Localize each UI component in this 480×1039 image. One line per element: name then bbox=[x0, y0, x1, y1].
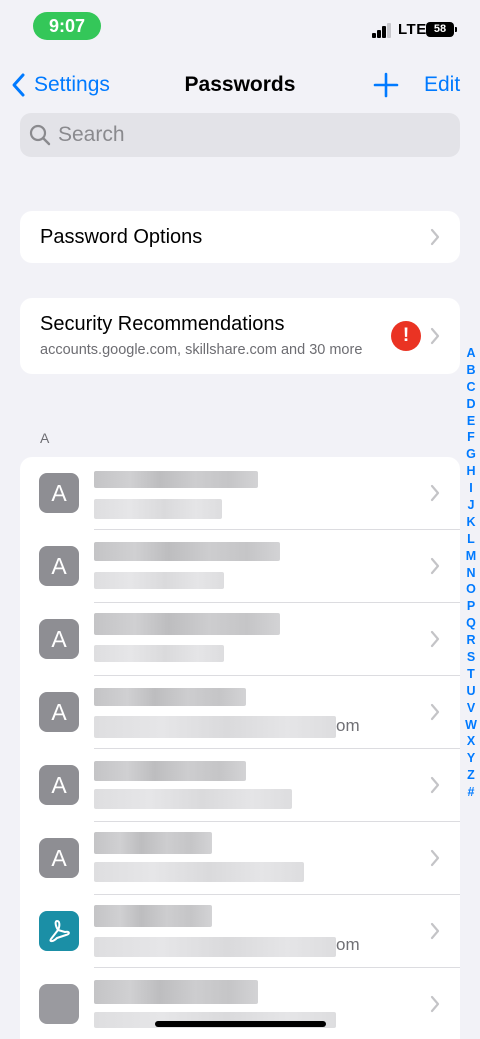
page-title: Passwords bbox=[184, 73, 296, 96]
index-letter[interactable]: E bbox=[462, 413, 480, 430]
chevron-right-icon bbox=[430, 630, 440, 648]
redacted-site-name bbox=[94, 542, 280, 561]
redacted-site-name bbox=[94, 471, 258, 488]
site-letter-icon: A bbox=[39, 619, 79, 659]
redacted-site-name bbox=[94, 832, 212, 854]
redacted-site-name bbox=[94, 980, 258, 1004]
chevron-right-icon bbox=[430, 849, 440, 867]
site-icon bbox=[39, 984, 79, 1024]
site-letter-icon: A bbox=[39, 473, 79, 513]
add-password-button[interactable] bbox=[373, 72, 399, 98]
chevron-right-icon bbox=[430, 327, 440, 345]
index-letter[interactable]: B bbox=[462, 362, 480, 379]
redacted-username bbox=[94, 572, 224, 589]
index-letter[interactable]: X bbox=[462, 733, 480, 750]
alphabet-index[interactable]: A B C D E F G H I J K L M N O P Q R S T U V W X Y Z # bbox=[462, 345, 480, 801]
redacted-username bbox=[94, 789, 292, 809]
edit-button[interactable]: Edit bbox=[424, 73, 460, 97]
username-suffix: om bbox=[336, 716, 360, 735]
chevron-right-icon bbox=[430, 922, 440, 940]
index-letter[interactable]: # bbox=[462, 784, 480, 801]
acrobat-icon bbox=[39, 911, 79, 951]
index-letter[interactable]: O bbox=[462, 581, 480, 598]
index-letter[interactable]: I bbox=[462, 480, 480, 497]
security-recommendations-title: Security Recommendations bbox=[40, 313, 285, 335]
index-letter[interactable]: J bbox=[462, 497, 480, 514]
search-icon bbox=[29, 124, 51, 146]
redacted-site-name bbox=[94, 761, 246, 781]
home-indicator[interactable] bbox=[155, 1021, 326, 1027]
index-letter[interactable]: A bbox=[462, 345, 480, 362]
password-row[interactable]: A bbox=[20, 603, 460, 676]
index-letter[interactable]: R bbox=[462, 632, 480, 649]
index-letter[interactable]: G bbox=[462, 446, 480, 463]
chevron-right-icon bbox=[430, 703, 440, 721]
acrobat-logo-icon bbox=[49, 920, 70, 943]
chevron-right-icon bbox=[430, 484, 440, 502]
battery-icon: 58 bbox=[426, 22, 454, 37]
username-suffix: om bbox=[336, 935, 360, 954]
index-letter[interactable]: K bbox=[462, 514, 480, 531]
site-letter-icon: A bbox=[39, 838, 79, 878]
password-row[interactable]: om bbox=[20, 895, 460, 968]
redacted-username bbox=[94, 499, 222, 519]
chevron-right-icon bbox=[430, 557, 440, 575]
index-letter[interactable]: C bbox=[462, 379, 480, 396]
password-options-label: Password Options bbox=[40, 226, 203, 248]
site-letter-icon: A bbox=[39, 765, 79, 805]
index-letter[interactable]: Z bbox=[462, 767, 480, 784]
network-type: LTE bbox=[398, 21, 427, 38]
index-letter[interactable]: Q bbox=[462, 615, 480, 632]
redacted-username bbox=[94, 862, 304, 882]
index-letter[interactable]: D bbox=[462, 396, 480, 413]
status-time[interactable]: 9:07 bbox=[33, 12, 101, 40]
index-letter[interactable]: H bbox=[462, 463, 480, 480]
password-options-row[interactable]: Password Options bbox=[20, 211, 460, 263]
redacted-username bbox=[94, 645, 224, 662]
chevron-right-icon bbox=[430, 776, 440, 794]
index-letter[interactable]: W bbox=[462, 717, 480, 734]
search-input[interactable] bbox=[58, 123, 438, 147]
index-letter[interactable]: T bbox=[462, 666, 480, 683]
status-bar: 9:07 LTE 58 bbox=[0, 0, 480, 52]
index-letter[interactable]: V bbox=[462, 700, 480, 717]
site-letter-icon: A bbox=[39, 692, 79, 732]
search-bar[interactable] bbox=[20, 113, 460, 157]
index-letter[interactable]: N bbox=[462, 565, 480, 582]
security-recommendations-subtitle: accounts.google.com, skillshare.com and … bbox=[40, 342, 363, 358]
alert-icon: ! bbox=[391, 321, 421, 351]
password-row[interactable]: A bbox=[20, 822, 460, 895]
index-letter[interactable]: S bbox=[462, 649, 480, 666]
redacted-username bbox=[94, 937, 336, 957]
chevron-right-icon bbox=[430, 995, 440, 1013]
redacted-username bbox=[94, 716, 336, 738]
redacted-site-name bbox=[94, 905, 212, 927]
battery-tip bbox=[455, 27, 457, 32]
password-row[interactable] bbox=[20, 968, 460, 1039]
password-row[interactable]: A bbox=[20, 457, 460, 530]
chevron-right-icon bbox=[430, 228, 440, 246]
passwords-list: A A A A om A A om bbox=[20, 457, 460, 1039]
password-row[interactable]: A bbox=[20, 530, 460, 603]
index-letter[interactable]: M bbox=[462, 548, 480, 565]
index-letter[interactable]: Y bbox=[462, 750, 480, 767]
navigation-bar: Settings Passwords Edit bbox=[0, 60, 480, 108]
redacted-site-name bbox=[94, 688, 246, 706]
index-letter[interactable]: F bbox=[462, 429, 480, 446]
security-recommendations-row[interactable]: Security Recommendations accounts.google… bbox=[20, 298, 460, 374]
index-letter[interactable]: U bbox=[462, 683, 480, 700]
section-header-a: A bbox=[40, 430, 50, 446]
index-letter[interactable]: L bbox=[462, 531, 480, 548]
password-row[interactable]: A bbox=[20, 749, 460, 822]
cellular-signal-icon bbox=[372, 22, 392, 38]
index-letter[interactable]: P bbox=[462, 598, 480, 615]
redacted-site-name bbox=[94, 613, 280, 635]
site-letter-icon: A bbox=[39, 546, 79, 586]
password-row[interactable]: A om bbox=[20, 676, 460, 749]
